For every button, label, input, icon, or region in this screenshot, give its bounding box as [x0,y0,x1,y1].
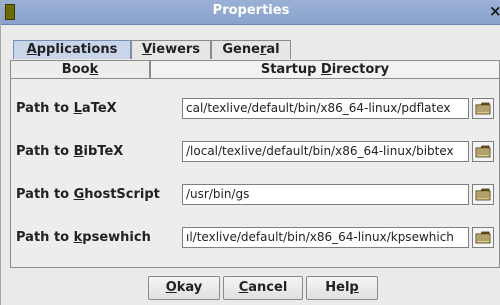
tab-viewers[interactable]: Viewers [131,40,211,59]
okay-button[interactable]: Okay [148,276,220,300]
tab-general[interactable]: General [211,40,291,59]
bibtex-path-input[interactable]: /local/texlive/default/bin/x86_64-linux/… [182,141,469,162]
settings-panel: Path to LaTeX cal/texlive/default/bin/x8… [10,78,500,268]
ghostscript-path-input[interactable]: /usr/bin/gs [182,184,469,205]
bibtex-browse-button[interactable] [472,141,494,162]
latex-browse-button[interactable] [472,98,494,119]
kpsewhich-browse-button[interactable] [472,227,494,248]
kpsewhich-path-input[interactable]: ıl/texlive/default/bin/x86_64-linux/kpse… [182,227,469,248]
ghostscript-browse-button[interactable] [472,184,494,205]
window-title: Properties [212,3,290,18]
title-bar[interactable]: Properties × [1,0,500,25]
kpsewhich-label: Path to kpsewhich [16,230,151,245]
subtab-bar: Book Startup Directory [10,60,500,79]
folder-icon [475,231,491,244]
close-icon[interactable]: × [489,2,500,20]
ghostscript-label: Path to GhostScript [16,187,160,202]
latex-path-input[interactable]: cal/texlive/default/bin/x86_64-linux/pdf… [182,98,469,119]
folder-icon [475,188,491,201]
bibtex-label: Path to BibTeX [16,144,124,159]
properties-dialog: Properties × Applications Viewers Genera… [0,0,500,305]
folder-icon [475,102,491,115]
folder-icon [475,145,491,158]
cancel-button[interactable]: Cancel [223,276,303,300]
tab-applications[interactable]: Applications [13,40,131,59]
tab-startup-directory[interactable]: Startup Directory [150,60,500,79]
tab-book[interactable]: Book [10,60,150,79]
help-button[interactable]: Help [306,276,378,300]
latex-label: Path to LaTeX [16,101,117,116]
